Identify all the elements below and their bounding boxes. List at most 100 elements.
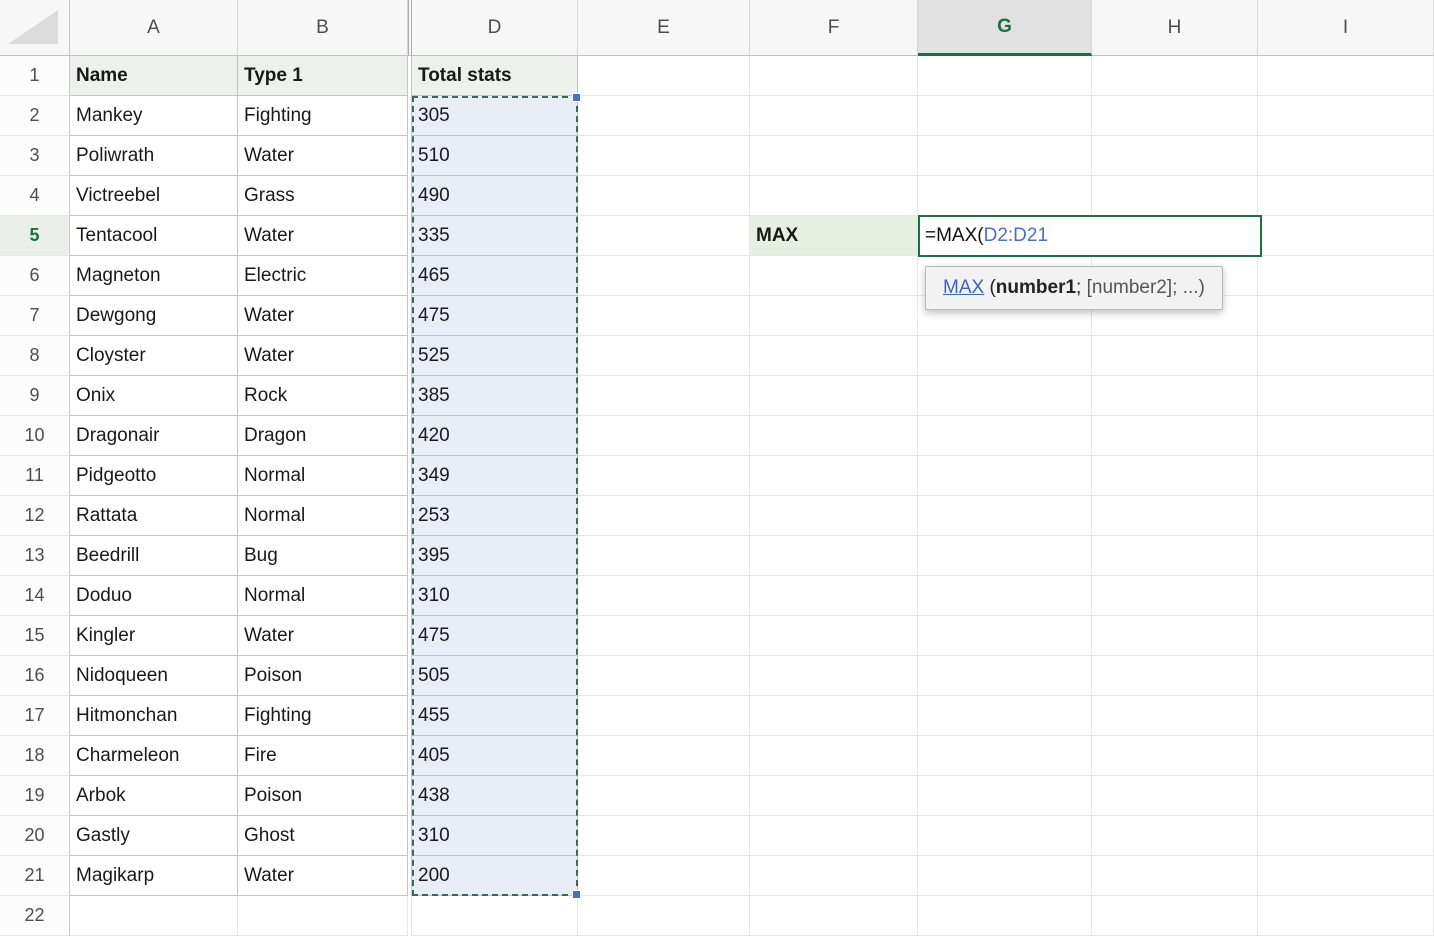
row-header-16[interactable]: 16 <box>0 656 70 696</box>
cell-e8[interactable] <box>578 336 750 376</box>
cell-g11[interactable] <box>918 456 1092 496</box>
cell-d12[interactable]: 253 <box>412 496 578 536</box>
cell-b1[interactable]: Type 1 <box>238 56 408 96</box>
row-header-13[interactable]: 13 <box>0 536 70 576</box>
cell-e10[interactable] <box>578 416 750 456</box>
cell-a9[interactable]: Onix <box>70 376 238 416</box>
cell-a14[interactable]: Doduo <box>70 576 238 616</box>
cell-f15[interactable] <box>750 616 918 656</box>
cell-i2[interactable] <box>1258 96 1434 136</box>
cell-b20[interactable]: Ghost <box>238 816 408 856</box>
cell-f17[interactable] <box>750 696 918 736</box>
cell-b5[interactable]: Water <box>238 216 408 256</box>
row-header-21[interactable]: 21 <box>0 856 70 896</box>
cell-b16[interactable]: Poison <box>238 656 408 696</box>
row-header-10[interactable]: 10 <box>0 416 70 456</box>
cell-g2[interactable] <box>918 96 1092 136</box>
cell-d19[interactable]: 438 <box>412 776 578 816</box>
cell-f1[interactable] <box>750 56 918 96</box>
cell-d11[interactable]: 349 <box>412 456 578 496</box>
cell-a17[interactable]: Hitmonchan <box>70 696 238 736</box>
cell-d7[interactable]: 475 <box>412 296 578 336</box>
cell-i10[interactable] <box>1258 416 1434 456</box>
cell-i1[interactable] <box>1258 56 1434 96</box>
cell-e21[interactable] <box>578 856 750 896</box>
cell-b9[interactable]: Rock <box>238 376 408 416</box>
cell-g19[interactable] <box>918 776 1092 816</box>
cell-a18[interactable]: Charmeleon <box>70 736 238 776</box>
tooltip-function-link[interactable]: MAX <box>943 277 984 298</box>
cell-b17[interactable]: Fighting <box>238 696 408 736</box>
cell-i6[interactable] <box>1258 256 1434 296</box>
cell-h13[interactable] <box>1092 536 1258 576</box>
row-header-18[interactable]: 18 <box>0 736 70 776</box>
cell-e12[interactable] <box>578 496 750 536</box>
cell-g17[interactable] <box>918 696 1092 736</box>
row-header-3[interactable]: 3 <box>0 136 70 176</box>
cell-d5[interactable]: 335 <box>412 216 578 256</box>
cell-d20[interactable]: 310 <box>412 816 578 856</box>
cell-h9[interactable] <box>1092 376 1258 416</box>
cell-g9[interactable] <box>918 376 1092 416</box>
cell-i22[interactable] <box>1258 896 1434 936</box>
cell-b7[interactable]: Water <box>238 296 408 336</box>
row-header-5[interactable]: 5 <box>0 216 70 256</box>
cell-i12[interactable] <box>1258 496 1434 536</box>
column-header-i[interactable]: I <box>1258 0 1434 56</box>
row-header-17[interactable]: 17 <box>0 696 70 736</box>
cell-e15[interactable] <box>578 616 750 656</box>
row-header-9[interactable]: 9 <box>0 376 70 416</box>
cell-f11[interactable] <box>750 456 918 496</box>
cell-f8[interactable] <box>750 336 918 376</box>
cell-i19[interactable] <box>1258 776 1434 816</box>
column-header-f[interactable]: F <box>750 0 918 56</box>
cell-e9[interactable] <box>578 376 750 416</box>
row-header-4[interactable]: 4 <box>0 176 70 216</box>
cell-d22[interactable] <box>412 896 578 936</box>
cell-g14[interactable] <box>918 576 1092 616</box>
cell-b15[interactable]: Water <box>238 616 408 656</box>
cell-d18[interactable]: 405 <box>412 736 578 776</box>
cell-h19[interactable] <box>1092 776 1258 816</box>
cell-e3[interactable] <box>578 136 750 176</box>
cell-d15[interactable]: 475 <box>412 616 578 656</box>
cell-b19[interactable]: Poison <box>238 776 408 816</box>
cell-h14[interactable] <box>1092 576 1258 616</box>
cell-f21[interactable] <box>750 856 918 896</box>
cell-b22[interactable] <box>238 896 408 936</box>
row-header-20[interactable]: 20 <box>0 816 70 856</box>
cell-a21[interactable]: Magikarp <box>70 856 238 896</box>
cell-i16[interactable] <box>1258 656 1434 696</box>
cell-f7[interactable] <box>750 296 918 336</box>
cell-h3[interactable] <box>1092 136 1258 176</box>
cell-e5[interactable] <box>578 216 750 256</box>
cell-e2[interactable] <box>578 96 750 136</box>
cell-g10[interactable] <box>918 416 1092 456</box>
cell-a10[interactable]: Dragonair <box>70 416 238 456</box>
cell-i8[interactable] <box>1258 336 1434 376</box>
cell-e16[interactable] <box>578 656 750 696</box>
row-header-1[interactable]: 1 <box>0 56 70 96</box>
cell-e17[interactable] <box>578 696 750 736</box>
cell-h10[interactable] <box>1092 416 1258 456</box>
cell-d16[interactable]: 505 <box>412 656 578 696</box>
cell-d4[interactable]: 490 <box>412 176 578 216</box>
cell-b12[interactable]: Normal <box>238 496 408 536</box>
cell-h20[interactable] <box>1092 816 1258 856</box>
cell-i7[interactable] <box>1258 296 1434 336</box>
cell-f2[interactable] <box>750 96 918 136</box>
cell-f5[interactable]: MAX <box>750 216 918 256</box>
cell-d3[interactable]: 510 <box>412 136 578 176</box>
cell-e11[interactable] <box>578 456 750 496</box>
cell-f4[interactable] <box>750 176 918 216</box>
cell-i21[interactable] <box>1258 856 1434 896</box>
cell-e18[interactable] <box>578 736 750 776</box>
cell-h15[interactable] <box>1092 616 1258 656</box>
cell-a15[interactable]: Kingler <box>70 616 238 656</box>
cell-d1[interactable]: Total stats <box>412 56 578 96</box>
cell-i3[interactable] <box>1258 136 1434 176</box>
cell-f12[interactable] <box>750 496 918 536</box>
cell-h11[interactable] <box>1092 456 1258 496</box>
cell-a11[interactable]: Pidgeotto <box>70 456 238 496</box>
cell-e7[interactable] <box>578 296 750 336</box>
